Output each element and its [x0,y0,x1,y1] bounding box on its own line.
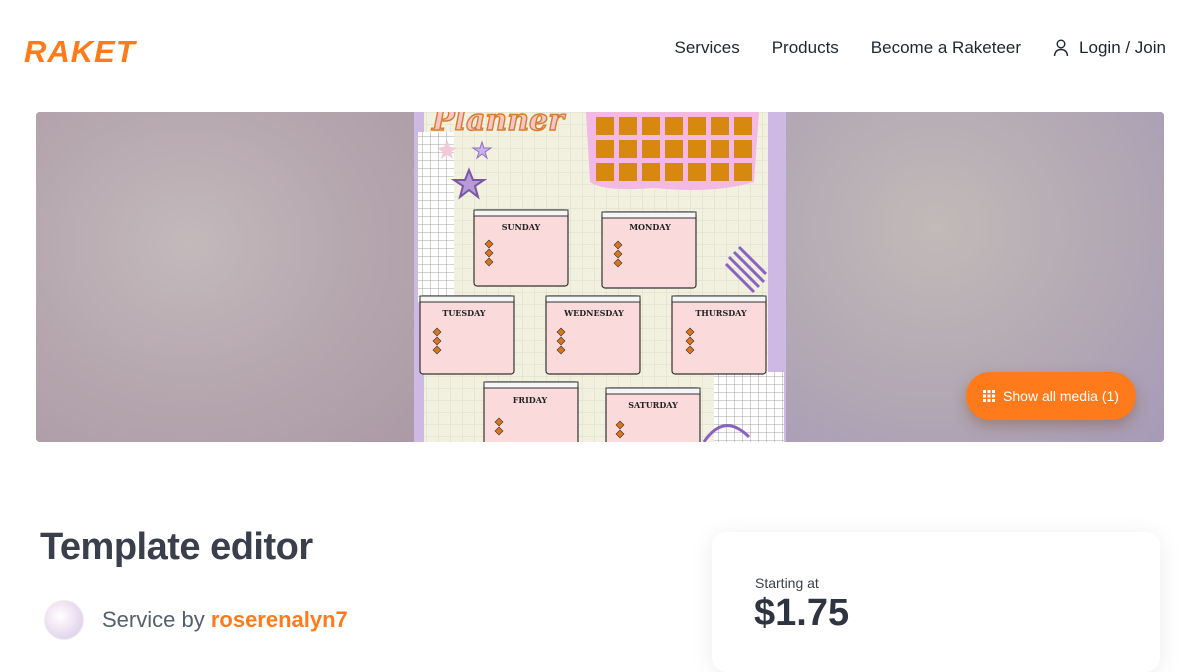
service-by-text: Service by roserenalyn7 [102,607,348,633]
hero-gallery[interactable]: Planner SUNDAY MONDAY TUESDAY WEDNESDAY … [36,112,1164,442]
planner-preview-image[interactable]: Planner SUNDAY MONDAY TUESDAY WEDNESDAY … [414,112,786,442]
calendar-grid [596,117,752,181]
planner-heading: Planner [431,112,566,138]
service-by-prefix: Service by [102,607,211,632]
svg-text:SUNDAY: SUNDAY [502,222,541,232]
nav-services[interactable]: Services [675,38,740,58]
show-all-media-label: Show all media (1) [1003,388,1119,404]
nav-products[interactable]: Products [772,38,839,58]
main-nav: Services Products Become a Raketeer Logi… [675,38,1166,58]
svg-text:THURSDAY: THURSDAY [695,308,747,318]
logo-text: RAKET [24,34,138,66]
day-card-wednesday: WEDNESDAY [545,295,641,375]
seller-avatar[interactable] [44,600,84,640]
day-card-sunday: SUNDAY [473,209,569,287]
user-icon [1053,39,1069,57]
day-card-tuesday: TUESDAY [419,295,515,375]
svg-text:FRIDAY: FRIDAY [513,395,548,405]
day-card-saturday: SATURDAY [605,387,701,442]
seller-row: Service by roserenalyn7 [44,600,348,640]
site-header: RAKET Services Products Become a Raketee… [0,0,1200,100]
svg-text:SATURDAY: SATURDAY [628,400,678,410]
day-card-friday: FRIDAY [483,381,579,442]
price-card: Starting at $1.75 [712,532,1160,672]
svg-text:WEDNESDAY: WEDNESDAY [563,308,624,318]
svg-text:TUESDAY: TUESDAY [442,308,486,318]
login-join-label: Login / Join [1079,38,1166,57]
seller-link[interactable]: roserenalyn7 [211,607,348,632]
day-card-thursday: THURSDAY [671,295,767,375]
raket-logo[interactable]: RAKET [24,34,160,66]
starting-at-label: Starting at [755,575,819,591]
login-join-link[interactable]: Login / Join [1053,38,1166,58]
service-title: Template editor [40,526,313,568]
hero-blur-left [36,112,416,442]
price-value: $1.75 [754,592,850,634]
nav-become-raketeer[interactable]: Become a Raketeer [871,38,1021,58]
grid-icon [983,390,996,402]
show-all-media-button[interactable]: Show all media (1) [966,372,1136,420]
day-card-monday: MONDAY [601,211,697,289]
svg-text:MONDAY: MONDAY [629,222,671,232]
